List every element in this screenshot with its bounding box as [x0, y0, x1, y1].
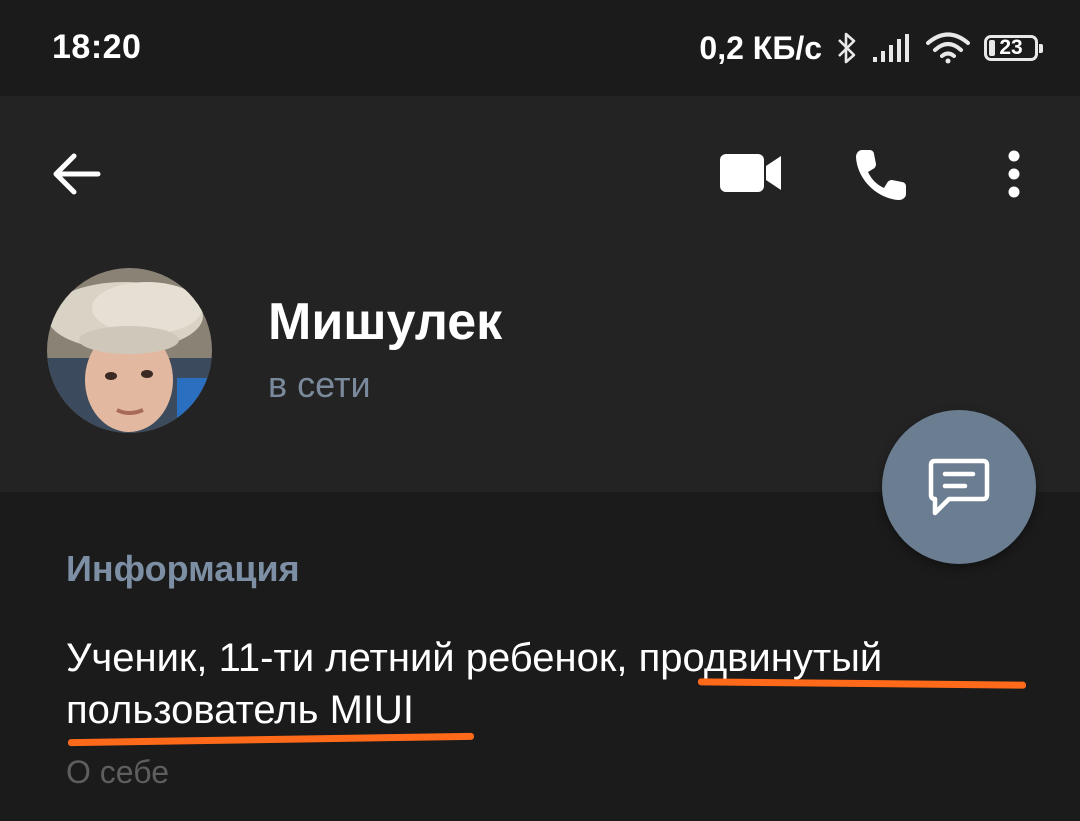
call-button[interactable]	[852, 144, 912, 204]
message-icon	[928, 458, 990, 516]
info-heading: Информация	[66, 548, 300, 589]
status-bar: 18:20 0,2 КБ/с 23	[0, 0, 1080, 96]
wifi-icon	[926, 32, 970, 64]
more-options-button[interactable]	[998, 148, 1030, 200]
bio-text-part1: Ученик, 11-ти летний ребенок,	[66, 636, 639, 680]
video-camera-icon	[720, 154, 781, 192]
signal-icon	[873, 34, 909, 62]
bio-caption: О себе	[66, 754, 169, 790]
status-indicators: 0,2 КБ/с 23	[699, 26, 1043, 70]
video-call-button[interactable]	[718, 150, 784, 196]
network-speed: 0,2 КБ/с	[699, 29, 822, 66]
back-button[interactable]	[48, 148, 104, 200]
online-status: в сети	[268, 364, 371, 405]
profile-photo	[47, 268, 212, 433]
phone-icon	[856, 150, 906, 200]
bluetooth-icon	[838, 32, 856, 64]
battery-icon: 23	[984, 35, 1043, 61]
battery-level: 23	[999, 36, 1023, 59]
avatar[interactable]	[47, 268, 212, 433]
status-time: 18:20	[52, 28, 142, 66]
send-message-button[interactable]	[882, 410, 1036, 564]
profile-name: Мишулек	[268, 293, 503, 351]
more-vertical-icon	[1008, 150, 1020, 198]
back-arrow-icon	[53, 153, 101, 195]
